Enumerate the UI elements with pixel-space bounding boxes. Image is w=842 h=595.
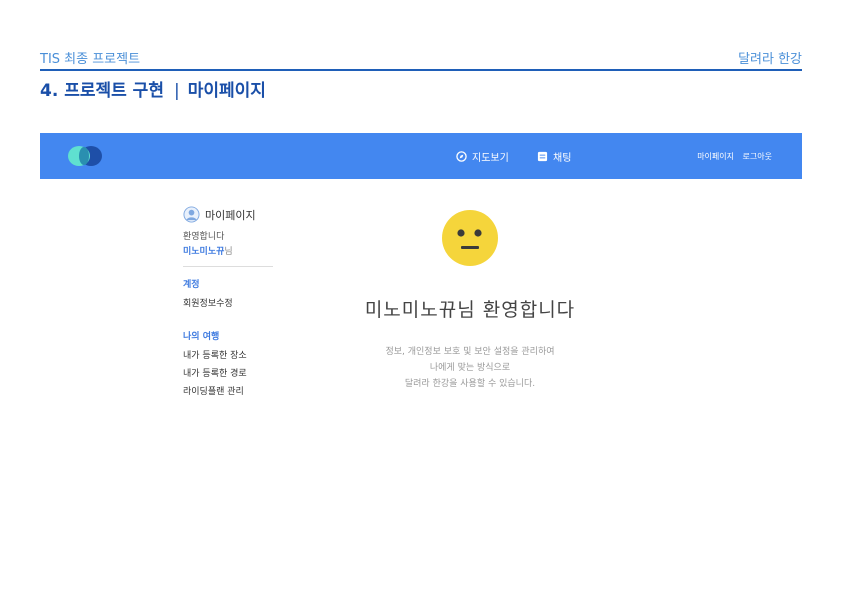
nav-chat-label: 채팅 [553, 153, 572, 164]
sidebar-username-suffix: 님 [224, 247, 233, 257]
slide-title-separator: | [173, 81, 180, 101]
nav-user-menu: 마이페이지 로그아웃 [691, 151, 772, 162]
welcome-heading: 미노미노뀨님 환영합니다 [364, 299, 576, 321]
nav-mypage-link[interactable]: 마이페이지 [697, 152, 734, 161]
slide-title-main: 4. 프로젝트 구현 [40, 81, 164, 101]
slide-divider [40, 69, 802, 71]
slide-title: 4. 프로젝트 구현 | 마이페이지 [40, 76, 266, 101]
nav-chat-link[interactable]: 채팅 [537, 149, 571, 164]
slide-header-right: 달려라 한강 [738, 52, 802, 67]
sidebar-section-trips: 나의 여행 [183, 332, 220, 342]
desc-line-3: 달려라 한강을 사용할 수 있습니다. [404, 379, 536, 389]
top-navbar: 지도보기 채팅 마이페이지 로그아웃 [40, 133, 802, 179]
nav-map-link[interactable]: 지도보기 [456, 149, 509, 164]
slide-header-left: TIS 최종 프로젝트 [40, 52, 141, 67]
nav-logout-link[interactable]: 로그아웃 [743, 152, 772, 161]
sidebar-welcome: 환영합니다 [183, 232, 225, 242]
slide-title-sub: 마이페이지 [187, 81, 266, 101]
nav-map-label: 지도보기 [472, 153, 509, 164]
compass-icon [456, 151, 467, 162]
sidebar-link-my-places[interactable]: 내가 등록한 장소 [183, 348, 275, 361]
sidebar-title: 마이페이지 [205, 208, 256, 222]
user-avatar-icon [183, 206, 200, 223]
sidebar-username-value: 미노미노뀨 [183, 247, 225, 257]
app-screenshot: 지도보기 채팅 마이페이지 로그아웃 마이페이지 환영합니다 미노미노뀨님 계정… [40, 133, 802, 423]
neutral-face-icon [442, 210, 498, 266]
sidebar-username: 미노미노뀨님 [183, 244, 275, 257]
desc-line-1: 정보, 개인정보 보호 및 보안 설정을 관리하여 [385, 347, 555, 357]
sidebar-profile: 마이페이지 [183, 206, 275, 223]
sidebar-section-account: 계정 [183, 280, 200, 290]
sidebar-link-my-routes[interactable]: 내가 등록한 경로 [183, 366, 275, 379]
welcome-description: 정보, 개인정보 보호 및 보안 설정을 관리하여 나에게 맞는 방식으로 달려… [290, 344, 650, 392]
sidebar-divider [183, 266, 273, 267]
sidebar-link-edit-profile[interactable]: 회원정보수정 [183, 296, 275, 309]
chat-icon [537, 151, 548, 162]
desc-line-2: 나에게 맞는 방식으로 [429, 363, 511, 373]
logo-icon[interactable] [64, 145, 106, 167]
sidebar-link-riding-plans[interactable]: 라이딩플랜 관리 [183, 384, 275, 397]
mypage-sidebar: 마이페이지 환영합니다 미노미노뀨님 계정 회원정보수정 나의 여행 내가 등록… [183, 206, 275, 397]
mypage-main: 미노미노뀨님 환영합니다 정보, 개인정보 보호 및 보안 설정을 관리하여 나… [290, 209, 650, 392]
